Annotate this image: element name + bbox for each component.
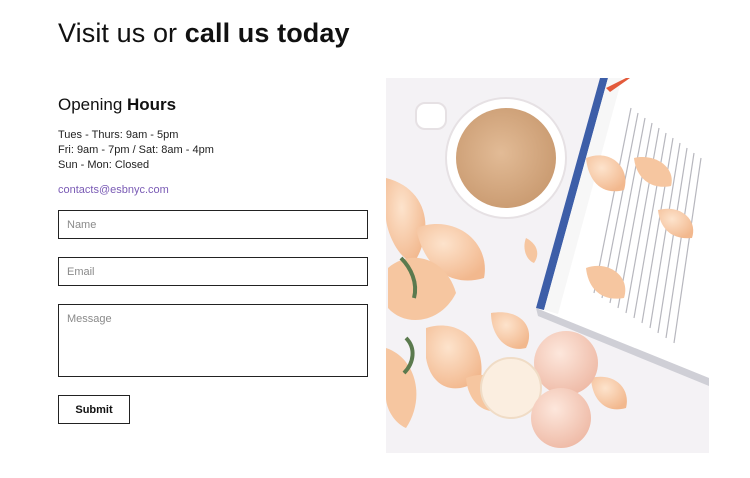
contact-email-link[interactable]: contacts@esbnyc.com [58, 184, 169, 196]
hours-line-closed: Sun - Mon: Closed [58, 159, 150, 171]
email-field[interactable] [58, 257, 368, 286]
opening-hours-title-light: Opening [58, 95, 127, 114]
page-title-bold: call us today [184, 18, 350, 48]
opening-hours-list: Tues - Thurs: 9am - 5pm Fri: 9am - 7pm /… [58, 128, 214, 173]
opening-hours-title: Opening Hours [58, 95, 176, 115]
submit-button[interactable]: Submit [58, 395, 130, 424]
opening-hours-title-bold: Hours [127, 95, 177, 114]
message-field[interactable] [58, 304, 368, 377]
page-title: Visit us or call us today [58, 18, 350, 49]
coffee-flowers-photo [386, 78, 709, 453]
page-title-light: Visit us or [58, 18, 185, 48]
hours-line-weekend: Fri: 9am - 7pm / Sat: 8am - 4pm [58, 144, 214, 156]
hours-line-weekday: Tues - Thurs: 9am - 5pm [58, 129, 179, 141]
name-field[interactable] [58, 210, 368, 239]
